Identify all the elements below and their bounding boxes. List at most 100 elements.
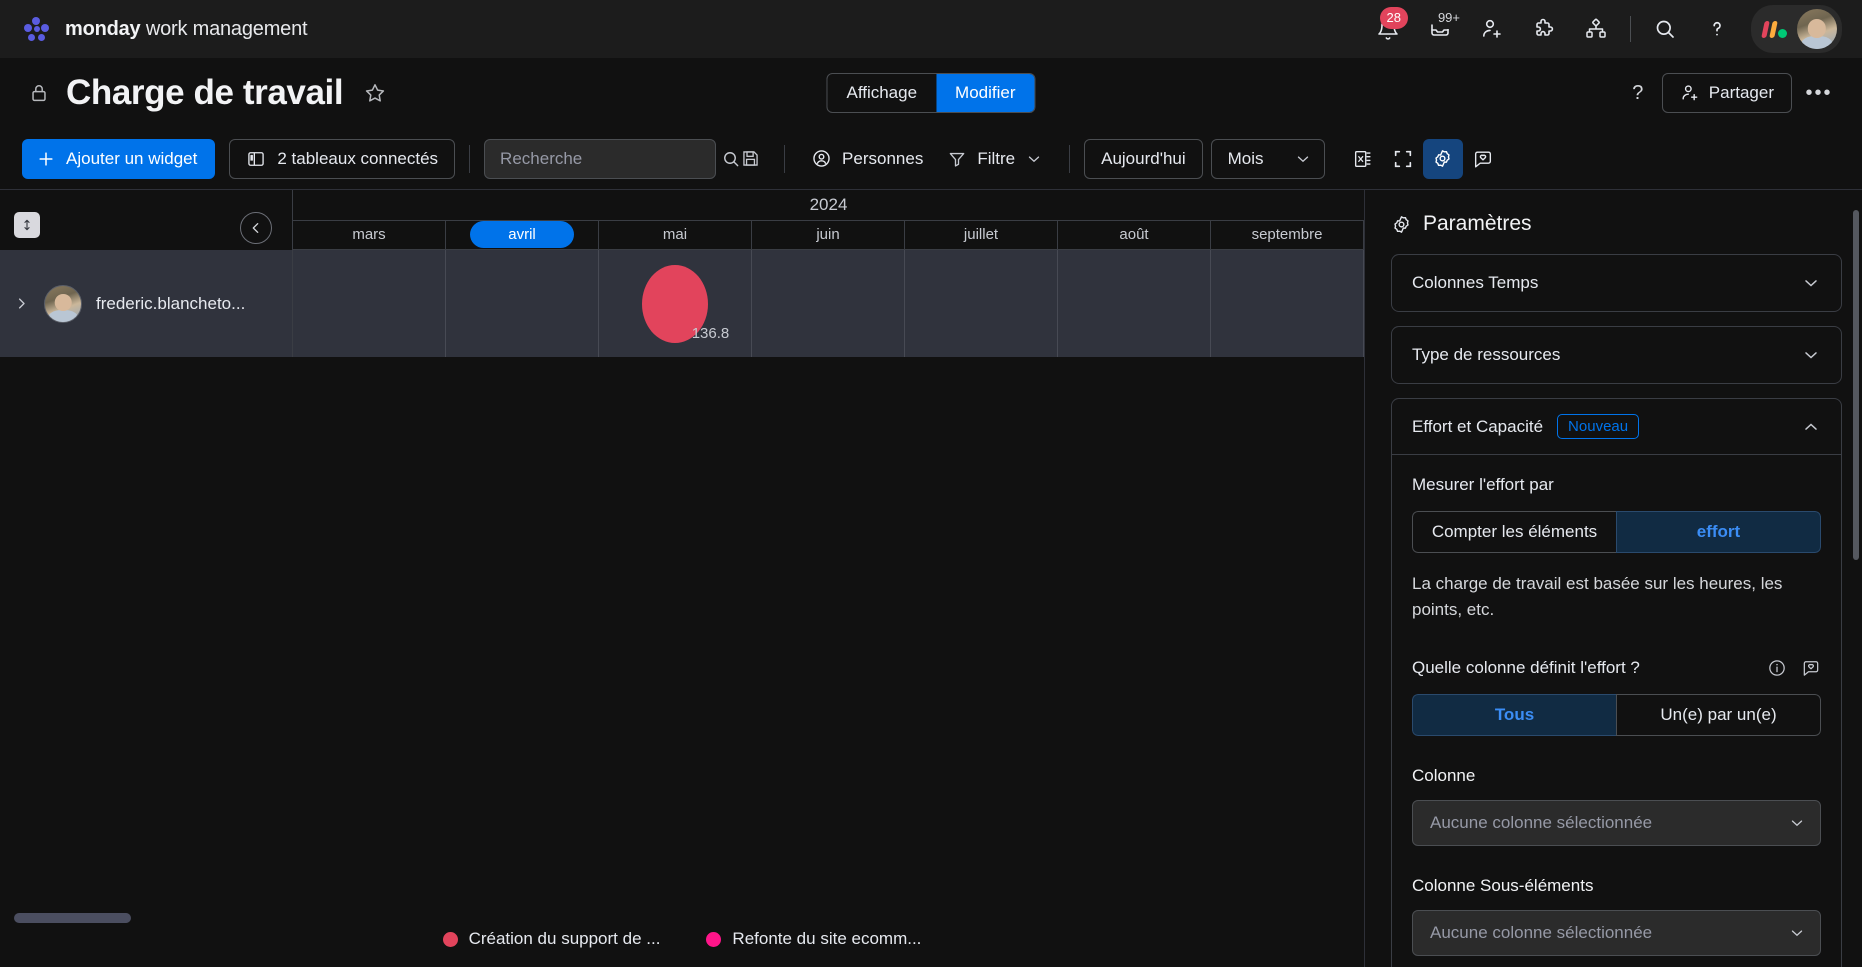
zoom-level-value: Mois xyxy=(1227,148,1264,168)
search-input[interactable] xyxy=(500,148,722,169)
chevron-right-icon[interactable] xyxy=(14,296,30,311)
page-title-bar: Charge de travail Affichage Modifier ? P… xyxy=(0,58,1862,128)
star-icon[interactable] xyxy=(363,81,387,105)
cell-juin[interactable] xyxy=(752,250,905,357)
colonne-select-value: Aucune colonne sélectionnée xyxy=(1430,813,1653,832)
collapse-panel-button[interactable] xyxy=(240,212,272,244)
accordion-header[interactable]: Type de ressources xyxy=(1392,327,1841,383)
search-icon[interactable] xyxy=(721,149,741,169)
resource-row[interactable]: frederic.blancheto... xyxy=(0,250,292,357)
avatar xyxy=(44,284,82,323)
chevron-up-icon xyxy=(1801,417,1821,437)
workspace-button[interactable] xyxy=(1570,3,1622,55)
timeline-grid: 136.8 xyxy=(292,250,1364,357)
brand-logo-group[interactable]: monday work management xyxy=(22,14,308,44)
search-field[interactable] xyxy=(484,138,739,179)
filter-button[interactable]: Filtre xyxy=(935,139,1055,179)
feedback-icon[interactable] xyxy=(1801,658,1821,678)
more-options-button[interactable]: ••• xyxy=(1798,73,1840,113)
accordion-colonnes-temps: Colonnes Temps xyxy=(1391,254,1842,312)
apps-marketplace-button[interactable] xyxy=(1518,3,1570,55)
collapse-fullscreen-button[interactable] xyxy=(1383,139,1423,179)
share-label: Partager xyxy=(1708,83,1774,102)
accordion-header[interactable]: Colonnes Temps xyxy=(1392,255,1841,311)
feedback-button[interactable] xyxy=(1463,139,1503,179)
legend-item[interactable]: Création du support de ... xyxy=(442,929,661,949)
row-height-button[interactable] xyxy=(14,212,40,238)
option-un-par-un[interactable]: Un(e) par un(e) xyxy=(1616,694,1821,736)
filter-label: Filtre xyxy=(977,148,1016,168)
accordion-header[interactable]: Effort et Capacité Nouveau xyxy=(1392,399,1841,455)
search-icon xyxy=(1653,17,1677,41)
add-widget-button[interactable]: Ajouter un widget xyxy=(22,138,216,179)
connected-boards-button[interactable]: 2 tableaux connectés xyxy=(229,138,456,179)
row-header-column xyxy=(0,190,292,250)
resource-name: frederic.blancheto... xyxy=(96,293,246,313)
legend-color-dot xyxy=(706,931,722,947)
colonne-sous-elements-select[interactable]: Aucune colonne sélectionnée xyxy=(1412,910,1821,956)
accordion-label: Type de ressources xyxy=(1412,345,1561,364)
month-label: juin xyxy=(816,226,840,244)
month-cell-juillet[interactable]: juillet xyxy=(905,220,1058,249)
accordion-label: Colonnes Temps xyxy=(1412,273,1539,292)
cell-mai[interactable]: 136.8 xyxy=(599,250,752,357)
month-cell-juin[interactable]: juin xyxy=(752,220,905,249)
export-excel-icon xyxy=(1352,148,1374,170)
board-legend: Création du support de ... Refonte du si… xyxy=(0,911,1364,967)
tab-modifier[interactable]: Modifier xyxy=(936,74,1035,112)
add-widget-label: Ajouter un widget xyxy=(66,148,198,168)
colonne-sous-elements-label: Colonne Sous-éléments xyxy=(1412,876,1594,895)
cell-aout[interactable] xyxy=(1058,250,1211,357)
timeline-axis: 2024 mars avril mai juin juillet août se… xyxy=(292,190,1364,250)
share-button[interactable]: Partager xyxy=(1661,73,1792,113)
effort-helper-text: La charge de travail est basée sur les h… xyxy=(1412,574,1783,619)
legend-label: Création du support de ... xyxy=(468,929,661,948)
month-cell-mars[interactable]: mars xyxy=(293,220,446,249)
cell-septembre[interactable] xyxy=(1211,250,1364,357)
month-label: septembre xyxy=(1251,226,1323,244)
panel-scrollbar-thumb[interactable] xyxy=(1853,210,1859,560)
legend-item[interactable]: Refonte du site ecomm... xyxy=(706,929,921,949)
cell-avril[interactable] xyxy=(446,250,599,357)
settings-panel-title: Paramètres xyxy=(1391,212,1842,236)
cell-juillet[interactable] xyxy=(905,250,1058,357)
page-title: Charge de travail xyxy=(66,73,344,112)
chevron-down-icon xyxy=(1788,924,1806,942)
chevron-down-icon xyxy=(1801,273,1821,293)
search-button[interactable] xyxy=(1639,3,1691,55)
new-badge: Nouveau xyxy=(1557,414,1640,439)
today-button[interactable]: Aujourd'hui xyxy=(1084,138,1203,179)
help-button[interactable] xyxy=(1691,3,1743,55)
info-icon[interactable] xyxy=(1767,658,1787,678)
month-cell-septembre[interactable]: septembre xyxy=(1211,220,1364,249)
people-label: Personnes xyxy=(842,148,924,168)
tab-affichage[interactable]: Affichage xyxy=(827,74,936,112)
month-label: juillet xyxy=(963,226,999,244)
top-navigation-bar: monday work management 28 99+ xyxy=(0,0,1862,58)
option-compter-elements[interactable]: Compter les éléments xyxy=(1412,511,1616,553)
option-effort[interactable]: effort xyxy=(1616,511,1821,553)
notifications-button[interactable]: 28 xyxy=(1362,3,1414,55)
month-cell-avril[interactable]: avril xyxy=(446,220,599,249)
month-label: mars xyxy=(352,226,386,244)
view-mode-toggle: Affichage Modifier xyxy=(826,73,1036,113)
option-tous[interactable]: Tous xyxy=(1412,694,1616,736)
month-cell-mai[interactable]: mai xyxy=(599,220,752,249)
zoom-level-select[interactable]: Mois xyxy=(1210,138,1325,179)
export-excel-button[interactable] xyxy=(1343,139,1383,179)
settings-button[interactable] xyxy=(1422,138,1463,179)
monday-logo-icon xyxy=(22,14,52,44)
chevron-down-icon xyxy=(1294,150,1312,168)
people-filter-button[interactable]: Personnes xyxy=(799,139,935,179)
colonne-select[interactable]: Aucune colonne sélectionnée xyxy=(1412,800,1821,846)
inbox-button[interactable]: 99+ xyxy=(1414,3,1466,55)
user-account-chip[interactable] xyxy=(1751,5,1842,53)
invite-member-icon xyxy=(1480,17,1504,41)
divider xyxy=(1630,16,1631,42)
brand-name: monday xyxy=(65,17,141,40)
month-cell-aout[interactable]: août xyxy=(1058,220,1211,249)
page-help-button[interactable]: ? xyxy=(1620,75,1656,111)
invite-member-button[interactable] xyxy=(1466,3,1518,55)
gear-icon xyxy=(1432,148,1453,169)
cell-mars[interactable] xyxy=(293,250,446,357)
